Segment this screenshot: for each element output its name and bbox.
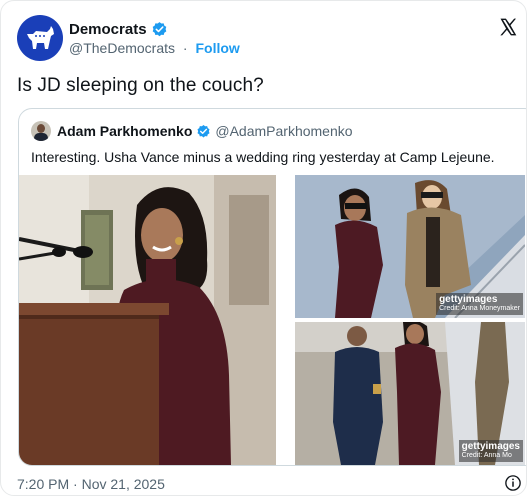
post-card: Democrats @TheDemocrats · Follow Is JD s… (0, 0, 527, 496)
credit-brand: gettyimages (439, 294, 498, 305)
media-grid: gettyimages Credit: Anna Moneymaker gett… (19, 175, 526, 465)
photo-credit: gettyimages Credit: Anna Mo (458, 440, 523, 462)
author-block: Democrats @TheDemocrats · Follow (69, 21, 240, 56)
quoted-author-handle[interactable]: @AdamParkhomenko (215, 123, 352, 139)
photo-credit: gettyimages Credit: Anna Moneymaker (436, 293, 523, 315)
post-text: Is JD sleeping on the couch? (17, 75, 264, 96)
verified-badge-icon (196, 124, 211, 139)
author-name[interactable]: Democrats (69, 21, 147, 38)
donkey-logo-icon (27, 26, 54, 49)
credit-text: Credit: Anna Moneymaker (439, 305, 520, 312)
post-timestamp[interactable]: 7:20 PM · Nov 21, 2025 (17, 476, 165, 492)
quoted-post-text: Interesting. Usha Vance minus a wedding … (31, 149, 495, 165)
info-icon[interactable] (504, 474, 522, 492)
author-handle[interactable]: @TheDemocrats (69, 40, 175, 56)
separator-dot: · (182, 39, 188, 56)
quoted-author-name[interactable]: Adam Parkhomenko (57, 123, 192, 139)
verified-badge-icon (151, 21, 168, 38)
author-handle-row: @TheDemocrats · Follow (69, 40, 240, 56)
avatar[interactable] (17, 15, 63, 61)
stairs-photo-top[interactable]: gettyimages Credit: Anna Moneymaker (295, 175, 525, 318)
author-row: Democrats (69, 21, 240, 38)
stairs-photo-bottom[interactable]: gettyimages Credit: Anna Mo (295, 322, 525, 465)
quoted-post-header: Adam Parkhomenko @AdamParkhomenko (31, 121, 353, 141)
podium-photo[interactable] (19, 175, 276, 465)
credit-text: Credit: Anna Mo (461, 452, 512, 459)
quoted-post[interactable]: Adam Parkhomenko @AdamParkhomenko Intere… (18, 108, 526, 466)
x-logo-icon[interactable] (498, 17, 518, 37)
credit-brand: gettyimages (461, 441, 520, 452)
quoted-avatar[interactable] (31, 121, 51, 141)
post-header: Democrats @TheDemocrats · Follow (17, 15, 240, 61)
follow-button[interactable]: Follow (195, 40, 239, 56)
